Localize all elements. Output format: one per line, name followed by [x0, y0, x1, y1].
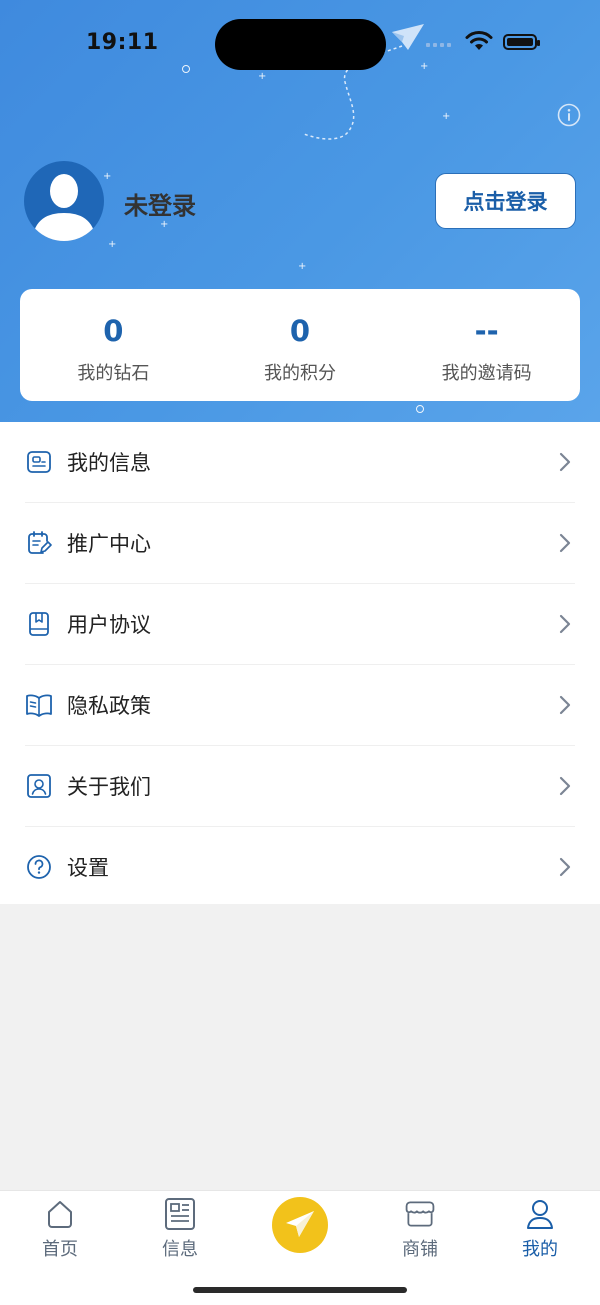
menu-item-settings[interactable]: 设置 — [25, 827, 575, 907]
profile-header: + + + + + + + 19:11 未登录 点击登录 0 我的钻石 0 我的… — [0, 0, 600, 422]
chevron-right-icon — [559, 614, 571, 634]
menu-item-user-agreement[interactable]: 用户协议 — [25, 584, 575, 665]
bookmark-book-icon — [25, 610, 53, 638]
tab-label: 首页 — [42, 1239, 78, 1260]
chevron-right-icon — [559, 695, 571, 715]
home-indicator — [193, 1287, 407, 1293]
wifi-icon — [465, 31, 493, 50]
menu-item-label: 推广中心 — [67, 532, 151, 556]
avatar[interactable] — [24, 161, 104, 241]
home-icon — [43, 1197, 77, 1231]
sparkle-decoration: + — [108, 239, 117, 250]
newspaper-icon — [163, 1197, 197, 1231]
chevron-right-icon — [559, 857, 571, 877]
login-button[interactable]: 点击登录 — [435, 173, 576, 229]
status-time: 19:11 — [86, 30, 159, 55]
contact-icon — [25, 772, 53, 800]
dynamic-island — [215, 19, 386, 70]
sparkle-decoration: + — [442, 111, 451, 122]
stat-diamonds[interactable]: 0 我的钻石 — [20, 289, 207, 401]
tab-center-send[interactable] — [272, 1197, 328, 1253]
stat-value: 0 — [103, 314, 124, 348]
sparkle-decoration: + — [160, 219, 169, 230]
cellular-signal-icon — [426, 43, 451, 47]
store-icon — [403, 1197, 437, 1231]
menu-item-my-info[interactable]: 我的信息 — [25, 422, 575, 503]
sparkle-decoration: + — [103, 171, 112, 182]
menu-item-label: 关于我们 — [67, 775, 151, 799]
chevron-right-icon — [559, 533, 571, 553]
tab-store[interactable]: 商铺 — [360, 1191, 480, 1281]
menu-item-label: 隐私政策 — [67, 694, 151, 718]
sparkle-decoration: + — [258, 71, 267, 82]
battery-icon — [503, 34, 540, 50]
tab-info[interactable]: 信息 — [120, 1191, 240, 1281]
tab-me[interactable]: 我的 — [480, 1191, 600, 1281]
stat-label: 我的邀请码 — [441, 363, 532, 384]
tab-home[interactable]: 首页 — [0, 1191, 120, 1281]
menu-item-about-us[interactable]: 关于我们 — [25, 746, 575, 827]
menu-item-privacy-policy[interactable]: 隐私政策 — [25, 665, 575, 746]
stat-label: 我的积分 — [264, 363, 336, 384]
question-circle-icon — [25, 853, 53, 881]
stat-value: 0 — [289, 314, 311, 348]
chevron-right-icon — [559, 452, 571, 472]
stat-value: -- — [474, 314, 499, 348]
id-card-icon — [25, 448, 53, 476]
open-book-icon — [25, 691, 53, 719]
dot-decoration — [416, 405, 424, 413]
tab-label: 商铺 — [402, 1239, 438, 1260]
stat-points[interactable]: 0 我的积分 — [207, 289, 394, 401]
tab-label: 信息 — [162, 1239, 198, 1260]
stat-label: 我的钻石 — [77, 363, 150, 384]
menu-item-label: 设置 — [67, 856, 109, 880]
clipboard-edit-icon — [25, 529, 53, 557]
sparkle-decoration: + — [298, 261, 307, 272]
dot-decoration — [182, 65, 190, 73]
menu-item-promotion-center[interactable]: 推广中心 — [25, 503, 575, 584]
settings-menu: 我的信息 推广中心 用户协议 隐私政策 关于我们 设置 — [0, 422, 600, 904]
user-icon — [523, 1197, 557, 1231]
paper-plane-icon — [286, 1211, 314, 1237]
info-icon[interactable] — [557, 103, 581, 127]
chevron-right-icon — [559, 776, 571, 796]
tab-label: 我的 — [522, 1239, 558, 1260]
stats-card: 0 我的钻石 0 我的积分 -- 我的邀请码 — [20, 289, 580, 401]
stat-invite-code[interactable]: -- 我的邀请码 — [393, 289, 580, 401]
menu-item-label: 用户协议 — [67, 613, 151, 637]
default-avatar-icon — [32, 174, 96, 241]
username: 未登录 — [124, 192, 196, 220]
menu-item-label: 我的信息 — [67, 451, 151, 475]
